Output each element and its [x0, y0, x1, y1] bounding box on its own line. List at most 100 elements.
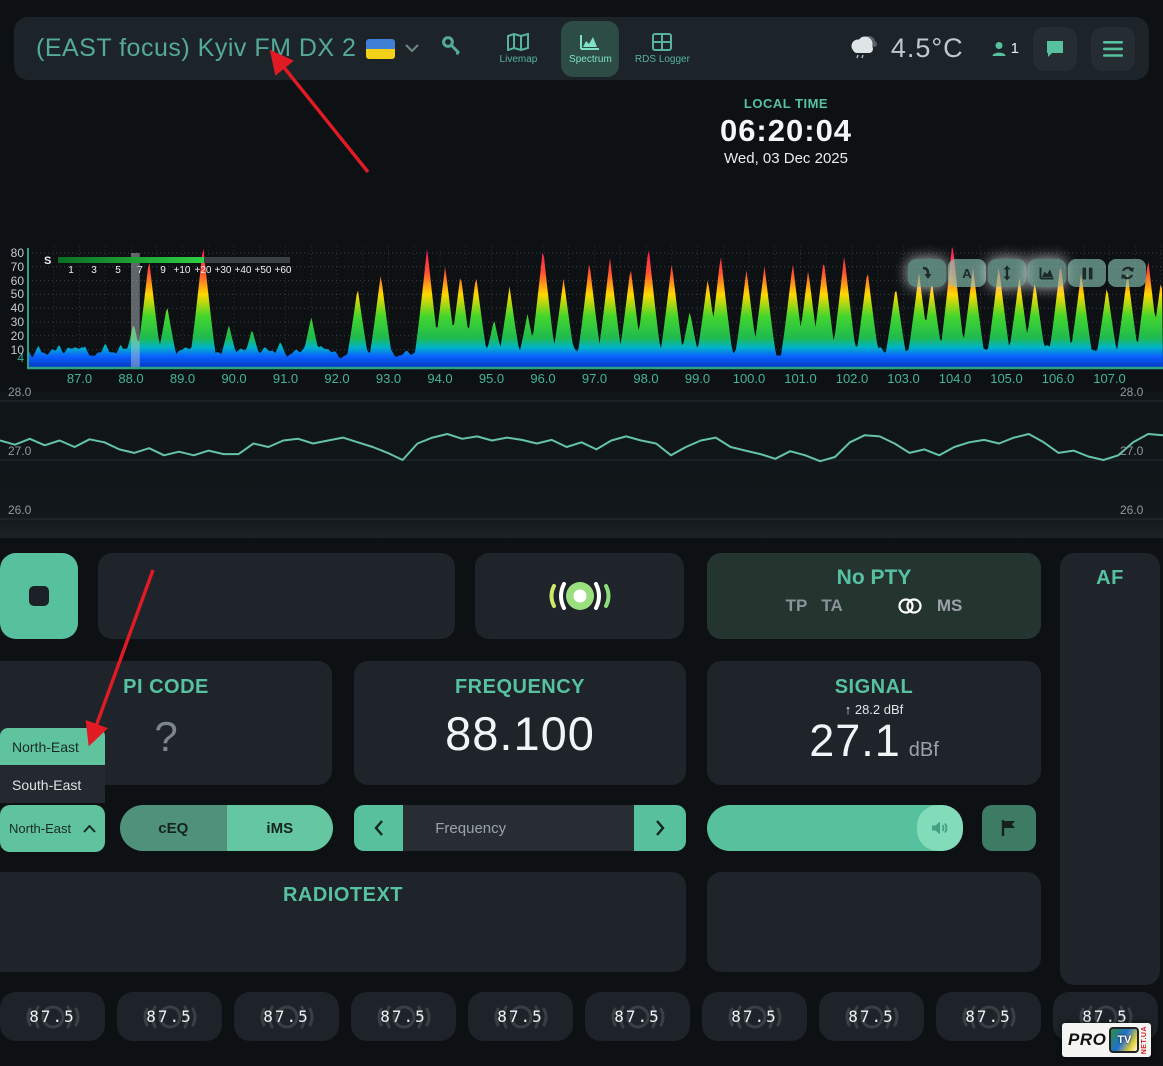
rds-extra-panel: [707, 872, 1041, 972]
nav-rds-logger-label: RDS Logger: [635, 54, 690, 65]
frequency-down-button[interactable]: [354, 805, 403, 851]
local-time-label: LOCAL TIME: [650, 96, 922, 111]
frequency-panel: FREQUENCY 88.100: [354, 661, 686, 785]
refresh-icon: [1120, 266, 1135, 280]
preset-button[interactable]: 87.5: [585, 992, 690, 1041]
preset-button[interactable]: 87.5: [0, 992, 105, 1041]
s-meter-tick: 9: [160, 265, 166, 276]
spectrum-x-tick: 103.0: [882, 371, 926, 386]
chat-bubble-icon: [1045, 39, 1065, 58]
spectrum-x-tick: 87.0: [58, 371, 102, 386]
flag-button[interactable]: [982, 805, 1036, 851]
letter-a-icon: A: [962, 266, 972, 280]
preset-button[interactable]: 87.5: [117, 992, 222, 1041]
preset-frequency: 87.5: [497, 1007, 544, 1026]
arrows-vertical-icon: [1002, 265, 1012, 281]
volume-slider[interactable]: [707, 805, 963, 851]
volume-slider-thumb[interactable]: [917, 805, 963, 851]
signal-y-tick: 27.0: [8, 444, 31, 458]
s-meter-tick: 3: [91, 265, 97, 276]
ceq-button[interactable]: cEQ: [120, 805, 227, 851]
menu-button[interactable]: [1091, 27, 1135, 71]
signal-value: 27.1: [809, 715, 901, 766]
stereo-icon: [897, 598, 923, 614]
antenna-option[interactable]: North-East: [0, 728, 105, 765]
ukraine-flag-icon: [366, 39, 395, 59]
spectrum-chart-icon: [579, 33, 601, 51]
preset-frequency: 87.5: [614, 1007, 661, 1026]
map-icon: [507, 33, 529, 51]
s-meter: S 13579+10+20+30+40+50+60: [44, 254, 304, 282]
spectrum-y-tick: 30: [0, 315, 24, 329]
spectrum-x-tick: 95.0: [470, 371, 514, 386]
signal-y-tick: 28.0: [8, 385, 31, 399]
station-name-panel: [98, 553, 455, 639]
radiotext-title: RADIOTEXT: [0, 884, 686, 907]
user-icon: [990, 40, 1008, 58]
nav-livemap-button[interactable]: Livemap: [489, 21, 547, 77]
header-bar: (EAST focus) Kyiv FM DX 2 Livemap Spectr…: [14, 17, 1149, 80]
s-meter-tick: +20: [195, 265, 212, 276]
temperature-value[interactable]: 4.5°C: [891, 33, 964, 64]
logo-tv-icon: TV: [1109, 1027, 1139, 1053]
preset-button[interactable]: 87.5: [936, 992, 1041, 1041]
antenna-selected-value: North-East: [9, 821, 71, 836]
chevron-down-icon[interactable]: [405, 40, 419, 58]
preset-button[interactable]: 87.5: [234, 992, 339, 1041]
spectrum-y-tick: 60: [0, 274, 24, 288]
spectrum-x-tick: 104.0: [933, 371, 977, 386]
antenna-option[interactable]: South-East: [0, 766, 105, 803]
spectrum-x-tick: 93.0: [367, 371, 411, 386]
spectrum-x-tick: 88.0: [109, 371, 153, 386]
spectrum-refresh-button[interactable]: [1108, 259, 1146, 287]
nav-spectrum-button[interactable]: Spectrum: [561, 21, 619, 77]
stop-icon: [29, 586, 49, 606]
spectrum-autoscale-button[interactable]: A: [948, 259, 986, 287]
eq-toggle-group: cEQ iMS: [120, 805, 333, 851]
chat-button[interactable]: [1033, 27, 1077, 71]
pty-value: No PTY: [707, 566, 1041, 590]
broadcast-signal-icon: [542, 574, 618, 618]
chevron-right-icon: [655, 820, 665, 836]
weather-cloud-icon: [847, 33, 881, 64]
signal-history-chart[interactable]: [0, 392, 1163, 538]
signal-y-tick: 26.0: [1120, 503, 1143, 517]
listener-count: 1: [1011, 40, 1019, 57]
chevron-left-icon: [374, 820, 384, 836]
preset-button[interactable]: 87.5: [351, 992, 456, 1041]
arrow-down-icon: [920, 266, 934, 280]
fm-dx-webserver: (EAST focus) Kyiv FM DX 2 Livemap Spectr…: [0, 0, 1163, 1066]
spectrum-vertical-zoom-button[interactable]: [988, 259, 1026, 287]
key-icon[interactable]: [441, 35, 463, 62]
ims-button[interactable]: iMS: [227, 805, 334, 851]
spectrum-x-tick: 101.0: [779, 371, 823, 386]
ta-flag: TA: [821, 596, 842, 616]
local-time-value: 06:20:04: [650, 113, 922, 149]
frequency-input[interactable]: [403, 805, 634, 851]
spectrum-peak-hold-button[interactable]: [908, 259, 946, 287]
preset-button[interactable]: 87.5: [702, 992, 807, 1041]
preset-button[interactable]: 87.5: [819, 992, 924, 1041]
stop-button[interactable]: [0, 553, 78, 639]
spectrum-toolbar: A: [908, 259, 1146, 287]
spectrum-x-tick: 94.0: [418, 371, 462, 386]
spectrum-x-tick: 105.0: [985, 371, 1029, 386]
s-meter-label: S: [44, 255, 51, 267]
preset-button[interactable]: 87.5: [468, 992, 573, 1041]
spectrum-graph-mode-button[interactable]: [1028, 259, 1066, 287]
spectrum-pause-button[interactable]: [1068, 259, 1106, 287]
preset-frequency: 87.5: [848, 1007, 895, 1026]
local-time-block: LOCAL TIME 06:20:04 Wed, 03 Dec 2025: [650, 96, 922, 167]
listener-counter: 1: [990, 40, 1019, 58]
frequency-up-button[interactable]: [634, 805, 686, 851]
preset-frequency: 87.5: [380, 1007, 427, 1026]
antenna-select[interactable]: North-East: [0, 805, 105, 852]
spectrum-x-tick: 107.0: [1088, 371, 1132, 386]
speaker-icon: [931, 820, 949, 836]
preset-frequency: 87.5: [731, 1007, 778, 1026]
spectrum-y-tick: 50: [0, 287, 24, 301]
preset-frequency: 87.5: [29, 1007, 76, 1026]
server-title[interactable]: (EAST focus) Kyiv FM DX 2: [36, 34, 356, 63]
frequency-value[interactable]: 88.100: [354, 706, 686, 761]
nav-rds-logger-button[interactable]: RDS Logger: [633, 21, 691, 77]
